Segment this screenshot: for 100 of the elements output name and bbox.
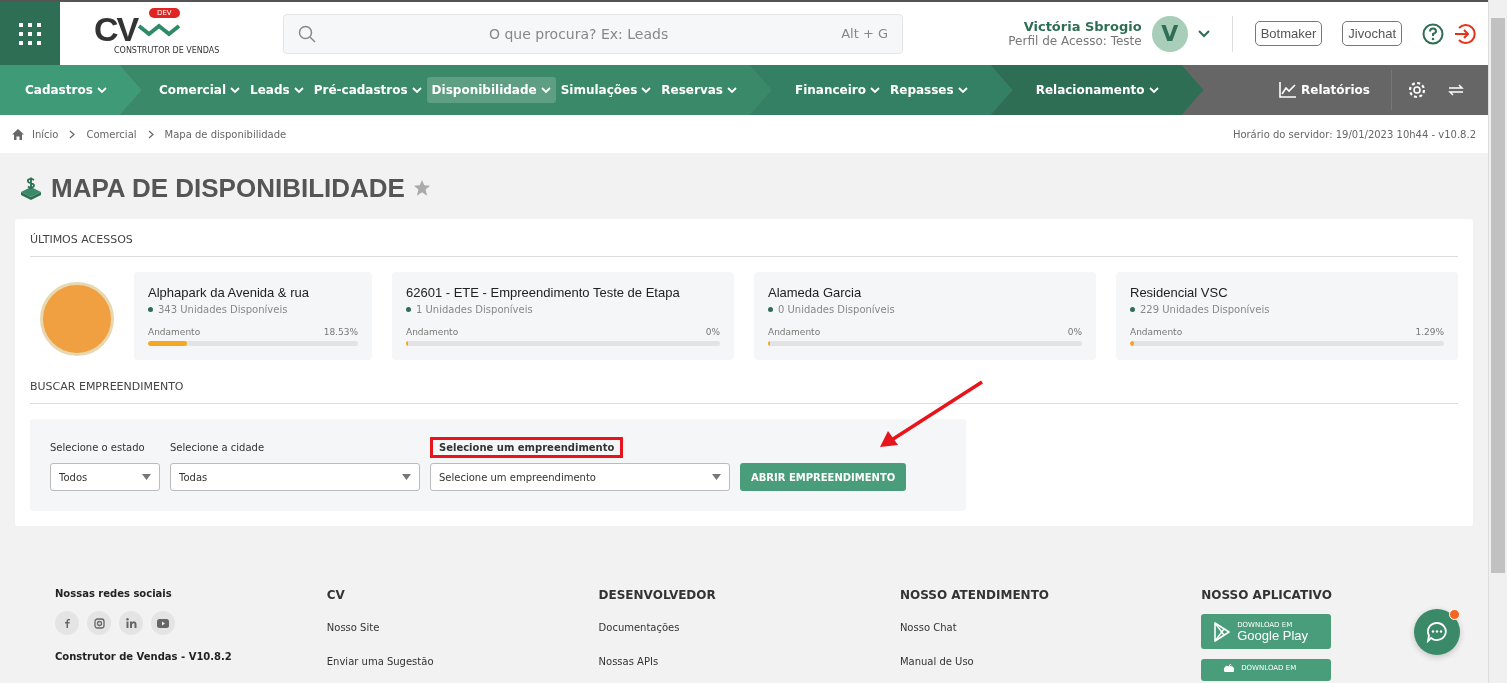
grid-icon: [18, 21, 42, 46]
chevron-down-icon: [957, 86, 968, 94]
status-dot-icon: [406, 307, 411, 312]
footer-heading: NOSSO ATENDIMENTO: [899, 588, 1051, 602]
chat-tool-button[interactable]: Jivochat: [1342, 21, 1402, 46]
user-avatar[interactable]: V: [1151, 15, 1188, 52]
home-icon: [12, 128, 24, 140]
menu-item[interactable]: Leads: [245, 77, 309, 103]
chevron-right-icon: [147, 129, 154, 139]
search-icon: [298, 24, 316, 43]
project-name: 62601 - ETE - Empreendimento Teste de Etapa: [406, 285, 681, 300]
footer-link[interactable]: Nosso Chat: [899, 622, 1202, 633]
units-count: 1 Unidades Disponíveis: [416, 304, 533, 315]
project-name: Residencial VSC: [1130, 285, 1229, 300]
units-count: 343 Unidades Disponíveis: [158, 304, 288, 315]
chevron-right-icon: [69, 129, 76, 139]
star-icon[interactable]: [412, 179, 431, 197]
project-card[interactable]: Residencial VSC 229 Unidades Disponíveis Andamento 1.29%: [1116, 272, 1458, 360]
project-card[interactable]: Alameda Garcia 0 Unidades Disponíveis Andamento 0%: [754, 272, 1096, 360]
progress-reading: 0%: [705, 327, 720, 337]
footer-link[interactable]: Nosso Site: [326, 622, 599, 633]
project-name: Alphapark da Avenida & rua: [148, 285, 310, 300]
breadcrumb-link[interactable]: Mapa de disponibilidade: [164, 128, 287, 140]
units-count: 0 Unidades Disponíveis: [778, 304, 895, 315]
help-icon[interactable]: [1422, 22, 1444, 45]
footer-heading: NOSSO APLICATIVO: [1201, 588, 1333, 602]
project-card[interactable]: Alphapark da Avenida & rua 343 Unidades Disponíveis Andamento 18.53%: [134, 272, 372, 360]
progress-label: Andamento: [148, 327, 201, 337]
menu-item[interactable]: Cadastros: [20, 77, 112, 103]
chevron-down-icon: [230, 86, 241, 94]
line-chart-icon: [1279, 82, 1297, 98]
status-dot-icon: [768, 307, 773, 312]
units-count: 229 Unidades Disponíveis: [1140, 304, 1270, 315]
menu-item[interactable]: Relacionamento: [1030, 77, 1164, 103]
apps-menu-button[interactable]: [0, 2, 60, 65]
money-icon: [19, 176, 43, 200]
footer-heading: CV: [326, 588, 346, 602]
footer-link[interactable]: Documentações: [598, 622, 900, 633]
progress-reading: 18.53%: [323, 327, 358, 337]
search-input[interactable]: O que procura? Ex: Leads: [324, 24, 834, 43]
shortcut-hint: Alt + G: [841, 26, 888, 41]
menu-item[interactable]: Simulações: [555, 77, 657, 103]
menu-item[interactable]: Financeiro: [789, 77, 885, 103]
dropdown-arrow-icon: [402, 474, 411, 480]
dropdown-field[interactable]: Selecione um empreendimento: [430, 463, 730, 491]
status-dot-icon: [1130, 307, 1135, 312]
progress-reading: 1.29%: [1415, 327, 1444, 337]
linkedin-icon[interactable]: [119, 611, 143, 635]
menu-item[interactable]: Repasses: [885, 77, 973, 103]
chevron-down-icon: [540, 86, 551, 94]
progress-label: Andamento: [406, 327, 459, 337]
chevron-down-icon[interactable]: [1197, 29, 1210, 38]
menu-item[interactable]: Pré-cadastros: [308, 77, 427, 103]
instagram-icon[interactable]: [87, 611, 111, 635]
settings-icon[interactable]: [1408, 81, 1426, 99]
field-label: Selecione um empreendimento: [430, 437, 624, 458]
chevron-down-icon: [726, 86, 737, 94]
progress-label: Andamento: [768, 327, 821, 337]
reports-menu-item[interactable]: Relatórios: [1274, 76, 1375, 104]
video-play-icon[interactable]: [151, 611, 175, 635]
chat-button[interactable]: [1414, 609, 1460, 655]
scrollbar[interactable]: [1488, 0, 1507, 683]
dropdown-field[interactable]: Todos: [50, 463, 160, 491]
footer-heading: DESENVOLVEDOR: [598, 588, 717, 602]
server-time: Horário do servidor: 19/01/2023 10h44 - v10.8.2: [1232, 128, 1476, 140]
facebook-icon[interactable]: [55, 611, 79, 635]
section-title: BUSCAR EMPREENDIMENTO: [30, 380, 185, 393]
chevron-down-icon: [641, 86, 652, 94]
swap-arrows-icon[interactable]: [1448, 84, 1464, 96]
user-profile: Perfil de Acesso: Teste: [1008, 34, 1142, 48]
breadcrumb-link[interactable]: Comercial: [86, 128, 137, 140]
page-title: MAPA DE DISPONIBILIDADE: [51, 172, 405, 204]
field-label: Selecione o estado: [50, 441, 146, 455]
footer-heading: Nossas redes sociais: [55, 588, 173, 599]
footer-link[interactable]: Enviar uma Sugestão: [326, 656, 599, 667]
project-card[interactable]: 62601 - ETE - Empreendimento Teste de Etapa 1 Unidades Disponíveis Andamento 0%: [392, 272, 734, 360]
open-project-button[interactable]: ABRIR EMPREENDIMENTO: [740, 463, 907, 491]
project-name: Alameda Garcia: [768, 285, 863, 300]
chevron-down-icon: [293, 86, 304, 94]
notification-dot-icon: [1449, 609, 1460, 620]
menu-item[interactable]: Comercial: [154, 77, 246, 103]
dropdown-arrow-icon: [712, 474, 721, 480]
footer-link[interactable]: Manual de Uso: [899, 656, 1202, 667]
dropdown-field[interactable]: Todas: [170, 463, 420, 491]
progress-reading: 0%: [1067, 327, 1082, 337]
chevron-down-icon: [870, 86, 880, 94]
logout-icon[interactable]: [1454, 22, 1476, 45]
chevron-down-icon: [96, 86, 107, 94]
breadcrumb-link[interactable]: Início: [32, 128, 59, 140]
progress-label: Andamento: [1130, 327, 1183, 337]
user-name: Victória Sbrogio: [1023, 19, 1142, 34]
chevron-down-icon: [411, 86, 422, 94]
search-bar[interactable]: O que procura? Ex: Leads Alt + G: [283, 13, 903, 54]
chat-tool-button[interactable]: Botmaker: [1254, 21, 1323, 46]
field-label: Selecione a cidade: [170, 441, 266, 455]
footer-version: Construtor de Vendas - V10.8.2: [55, 651, 233, 662]
play-triangle-icon: [1213, 621, 1232, 642]
menu-item[interactable]: Reservas: [656, 77, 742, 103]
footer-link[interactable]: Nossas APIs: [598, 656, 900, 667]
dropdown-arrow-icon: [142, 474, 151, 480]
